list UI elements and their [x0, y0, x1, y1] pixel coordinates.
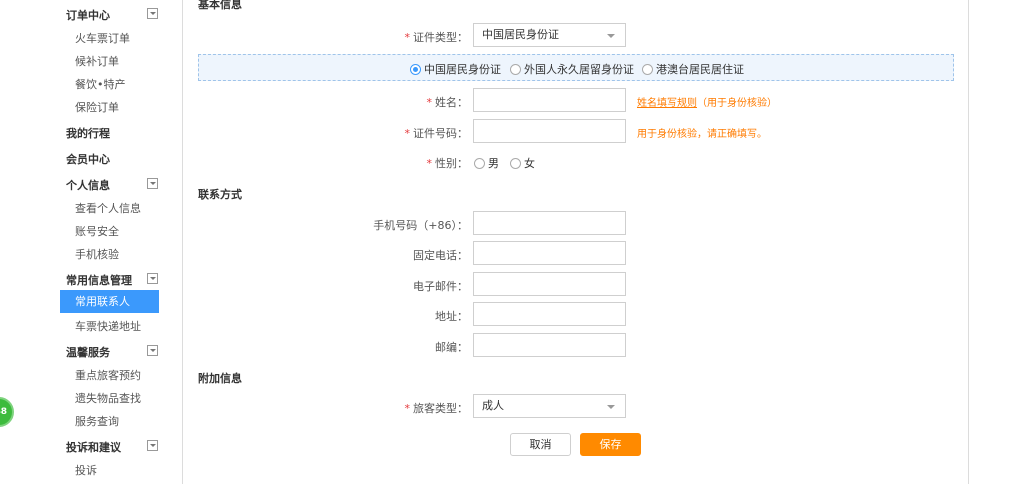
section-title-basic: 基本信息	[198, 0, 242, 11]
content-border	[968, 0, 969, 484]
section-title-contact: 联系方式	[198, 188, 242, 201]
name-label: * 姓名：	[268, 94, 469, 110]
radio-label: 女	[524, 157, 535, 170]
radio-label: 男	[488, 157, 499, 170]
id-number-label: * 证件号码：	[268, 125, 469, 141]
sidebar: 订单中心 火车票订单 候补订单 餐饮•特产 保险订单 我的行程 会员中心 个人信…	[0, 0, 183, 484]
radio-option-hkmt-id[interactable]: 港澳台居民居住证	[642, 61, 744, 77]
address-input[interactable]	[473, 302, 626, 326]
required-mark: *	[426, 96, 433, 109]
tel-label: 固定电话：	[413, 249, 468, 262]
radio-option-cn-id[interactable]: 中国居民身份证	[410, 61, 501, 77]
sidebar-item-account-security[interactable]: 账号安全	[75, 223, 119, 239]
sidebar-item-delivery-address[interactable]: 车票快递地址	[75, 318, 141, 334]
tel-input[interactable]	[473, 241, 626, 265]
collapse-icon[interactable]	[147, 178, 158, 189]
phone-input[interactable]	[473, 211, 626, 235]
sidebar-group-my-trips[interactable]: 我的行程	[66, 125, 110, 141]
collapse-icon[interactable]	[147, 345, 158, 356]
zip-input[interactable]	[473, 333, 626, 357]
id-type-select[interactable]: 中国居民身份证	[473, 23, 626, 47]
radio-option-foreign-id[interactable]: 外国人永久居留身份证	[510, 61, 634, 77]
radio-label: 中国居民身份证	[424, 63, 501, 76]
sidebar-group-order-center[interactable]: 订单中心	[66, 7, 110, 23]
id-number-hint: 用于身份核验，请正确填写。	[637, 129, 767, 140]
collapse-icon[interactable]	[147, 8, 158, 19]
id-type-label-text: 证件类型：	[413, 31, 468, 44]
radio-checked-icon	[410, 63, 421, 75]
radio-unchecked-icon	[474, 157, 485, 169]
phone-label: 手机号码（+86）：	[373, 219, 468, 232]
radio-unchecked-icon	[510, 63, 521, 75]
radio-gender-male[interactable]: 男	[474, 155, 499, 171]
email-label: 电子邮件：	[413, 280, 468, 293]
id-number-input[interactable]	[473, 119, 626, 143]
sidebar-item-view-profile[interactable]: 查看个人信息	[75, 200, 141, 216]
sidebar-item-key-passenger[interactable]: 重点旅客预约	[75, 367, 141, 383]
sidebar-item-insurance-orders[interactable]: 保险订单	[75, 99, 119, 115]
id-type-value: 中国居民身份证	[482, 28, 559, 41]
sidebar-group-personal-info[interactable]: 个人信息	[66, 177, 110, 193]
name-input[interactable]	[473, 88, 626, 112]
radio-gender-female[interactable]: 女	[510, 155, 535, 171]
sidebar-item-waitlist-orders[interactable]: 候补订单	[75, 53, 119, 69]
cancel-button[interactable]: 取消	[510, 433, 571, 456]
passenger-type-select[interactable]: 成人	[473, 394, 626, 418]
required-mark: *	[404, 402, 411, 415]
save-button[interactable]: 保存	[580, 433, 641, 456]
sidebar-group-services[interactable]: 温馨服务	[66, 344, 110, 360]
name-hint-text: （用于身份核验）	[697, 98, 777, 109]
sidebar-item-phone-verify[interactable]: 手机核验	[75, 246, 119, 262]
passenger-type-label: * 旅客类型：	[268, 400, 469, 416]
sidebar-group-common-info[interactable]: 常用信息管理	[66, 272, 132, 288]
zip-label: 邮编：	[435, 341, 468, 354]
required-mark: *	[404, 127, 411, 140]
radio-label: 港澳台居民居住证	[656, 63, 744, 76]
radio-unchecked-icon	[510, 157, 521, 169]
name-rule-link[interactable]: 姓名填写规则	[637, 98, 697, 109]
sidebar-item-contacts[interactable]: 常用联系人	[60, 290, 159, 313]
passenger-type-value: 成人	[482, 399, 504, 412]
name-label-text: 姓名：	[435, 96, 468, 109]
address-label: 地址：	[435, 310, 468, 323]
collapse-icon[interactable]	[147, 440, 158, 451]
id-number-label-text: 证件号码：	[413, 127, 468, 140]
sidebar-item-service-query[interactable]: 服务查询	[75, 413, 119, 429]
sidebar-group-member-center[interactable]: 会员中心	[66, 151, 110, 167]
radio-unchecked-icon	[642, 63, 653, 75]
collapse-icon[interactable]	[147, 273, 158, 284]
id-type-label: * 证件类型：	[268, 29, 469, 45]
chevron-down-icon	[607, 34, 615, 38]
chevron-down-icon	[607, 405, 615, 409]
sidebar-item-food-specialty[interactable]: 餐饮•特产	[75, 76, 126, 92]
section-title-extra: 附加信息	[198, 372, 242, 385]
passenger-type-label-text: 旅客类型：	[413, 402, 468, 415]
sidebar-item-lost-found[interactable]: 遗失物品查找	[75, 390, 141, 406]
gender-label: * 性别：	[268, 155, 469, 171]
required-mark: *	[426, 157, 433, 170]
sidebar-item-complaint[interactable]: 投诉	[75, 462, 97, 478]
gender-label-text: 性别：	[435, 157, 468, 170]
sidebar-item-train-orders[interactable]: 火车票订单	[75, 30, 130, 46]
email-input[interactable]	[473, 272, 626, 296]
radio-label: 外国人永久居留身份证	[524, 63, 634, 76]
required-mark: *	[404, 31, 411, 44]
name-hint: 姓名填写规则（用于身份核验）	[637, 94, 777, 109]
sidebar-group-feedback[interactable]: 投诉和建议	[66, 439, 121, 455]
